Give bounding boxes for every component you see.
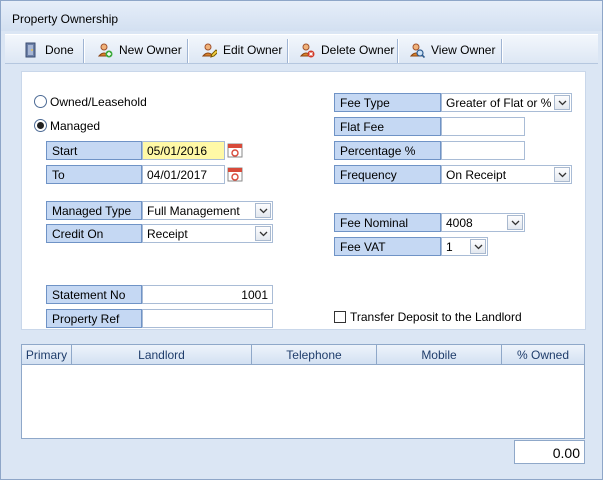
fee-type-value: Greater of Flat or %	[446, 96, 552, 110]
fee-vat-label: Fee VAT	[334, 237, 441, 256]
new-owner-label: New Owner	[119, 43, 182, 57]
chevron-down-icon[interactable]	[554, 95, 570, 110]
delete-user-icon	[299, 43, 315, 58]
transfer-deposit-label: Transfer Deposit to the Landlord	[350, 310, 522, 324]
table-header: Primary Landlord Telephone Mobile % Owne…	[22, 345, 584, 365]
landlords-table[interactable]: Primary Landlord Telephone Mobile % Owne…	[21, 344, 585, 439]
flat-fee-label: Flat Fee	[334, 117, 441, 136]
column-header-landlord[interactable]: Landlord	[72, 345, 252, 365]
managed-radio[interactable]	[34, 119, 47, 132]
credit-on-value: Receipt	[147, 227, 188, 241]
chevron-down-icon[interactable]	[507, 215, 523, 230]
frequency-label: Frequency	[334, 165, 441, 184]
column-header-percent-owned[interactable]: % Owned	[502, 345, 584, 365]
done-label: Done	[45, 43, 74, 57]
fee-nominal-select[interactable]: 4008	[441, 213, 525, 232]
chevron-down-icon[interactable]	[255, 203, 271, 218]
toolbar: Done New Owner Edit Owner Delete Owner V…	[5, 34, 598, 64]
start-label: Start	[46, 141, 142, 160]
start-date-field[interactable]: 05/01/2016	[142, 141, 225, 160]
frequency-value: On Receipt	[446, 168, 507, 182]
view-owner-button[interactable]: View Owner	[403, 35, 501, 65]
fee-nominal-value: 4008	[446, 216, 473, 230]
fee-vat-select[interactable]: 1	[441, 237, 488, 256]
calendar-icon[interactable]	[227, 166, 243, 182]
window-title: Property Ownership	[12, 12, 119, 26]
delete-owner-label: Delete Owner	[321, 43, 395, 57]
edit-user-icon	[201, 43, 217, 58]
owned-leasehold-label: Owned/Leasehold	[50, 95, 147, 109]
view-user-icon	[409, 43, 425, 58]
managed-type-select[interactable]: Full Management	[142, 201, 273, 220]
done-button[interactable]: Done	[17, 35, 80, 65]
column-header-mobile[interactable]: Mobile	[377, 345, 502, 365]
fee-vat-value: 1	[446, 240, 453, 254]
column-header-telephone[interactable]: Telephone	[252, 345, 377, 365]
transfer-deposit-checkbox[interactable]	[334, 311, 346, 323]
chevron-down-icon[interactable]	[470, 239, 486, 254]
add-user-icon	[97, 43, 113, 58]
percentage-field[interactable]	[441, 141, 525, 160]
fee-type-label: Fee Type	[334, 93, 441, 112]
managed-type-label: Managed Type	[46, 201, 142, 220]
to-label: To	[46, 165, 142, 184]
total-percent-owned: 0.00	[514, 440, 585, 464]
calendar-icon[interactable]	[227, 142, 243, 158]
delete-owner-button[interactable]: Delete Owner	[293, 35, 400, 65]
view-owner-label: View Owner	[431, 43, 496, 57]
statement-no-label: Statement No	[46, 285, 142, 304]
credit-on-select[interactable]: Receipt	[142, 224, 273, 243]
title-bar: Property Ownership	[1, 1, 602, 31]
door-exit-icon	[25, 42, 36, 58]
details-panel: Owned/Leasehold Managed Start 05/01/2016…	[21, 71, 586, 330]
edit-owner-button[interactable]: Edit Owner	[195, 35, 288, 65]
property-ref-label: Property Ref	[46, 309, 142, 328]
managed-label: Managed	[50, 119, 101, 133]
statement-no-field[interactable]: 1001	[142, 285, 273, 304]
owned-leasehold-radio[interactable]	[34, 95, 47, 108]
column-header-primary[interactable]: Primary	[22, 345, 72, 365]
edit-owner-label: Edit Owner	[223, 43, 283, 57]
chevron-down-icon[interactable]	[554, 167, 570, 182]
flat-fee-field[interactable]	[441, 117, 525, 136]
property-ownership-window: Property Ownership Done New Owner Edit O…	[0, 0, 603, 480]
chevron-down-icon[interactable]	[255, 226, 271, 241]
to-date-field[interactable]: 04/01/2017	[142, 165, 225, 184]
property-ref-field[interactable]	[142, 309, 273, 328]
percentage-label: Percentage %	[334, 141, 441, 160]
fee-nominal-label: Fee Nominal	[334, 213, 441, 232]
new-owner-button[interactable]: New Owner	[91, 35, 188, 65]
fee-type-select[interactable]: Greater of Flat or %	[441, 93, 572, 112]
frequency-select[interactable]: On Receipt	[441, 165, 572, 184]
credit-on-label: Credit On	[46, 224, 142, 243]
managed-type-value: Full Management	[147, 204, 240, 218]
